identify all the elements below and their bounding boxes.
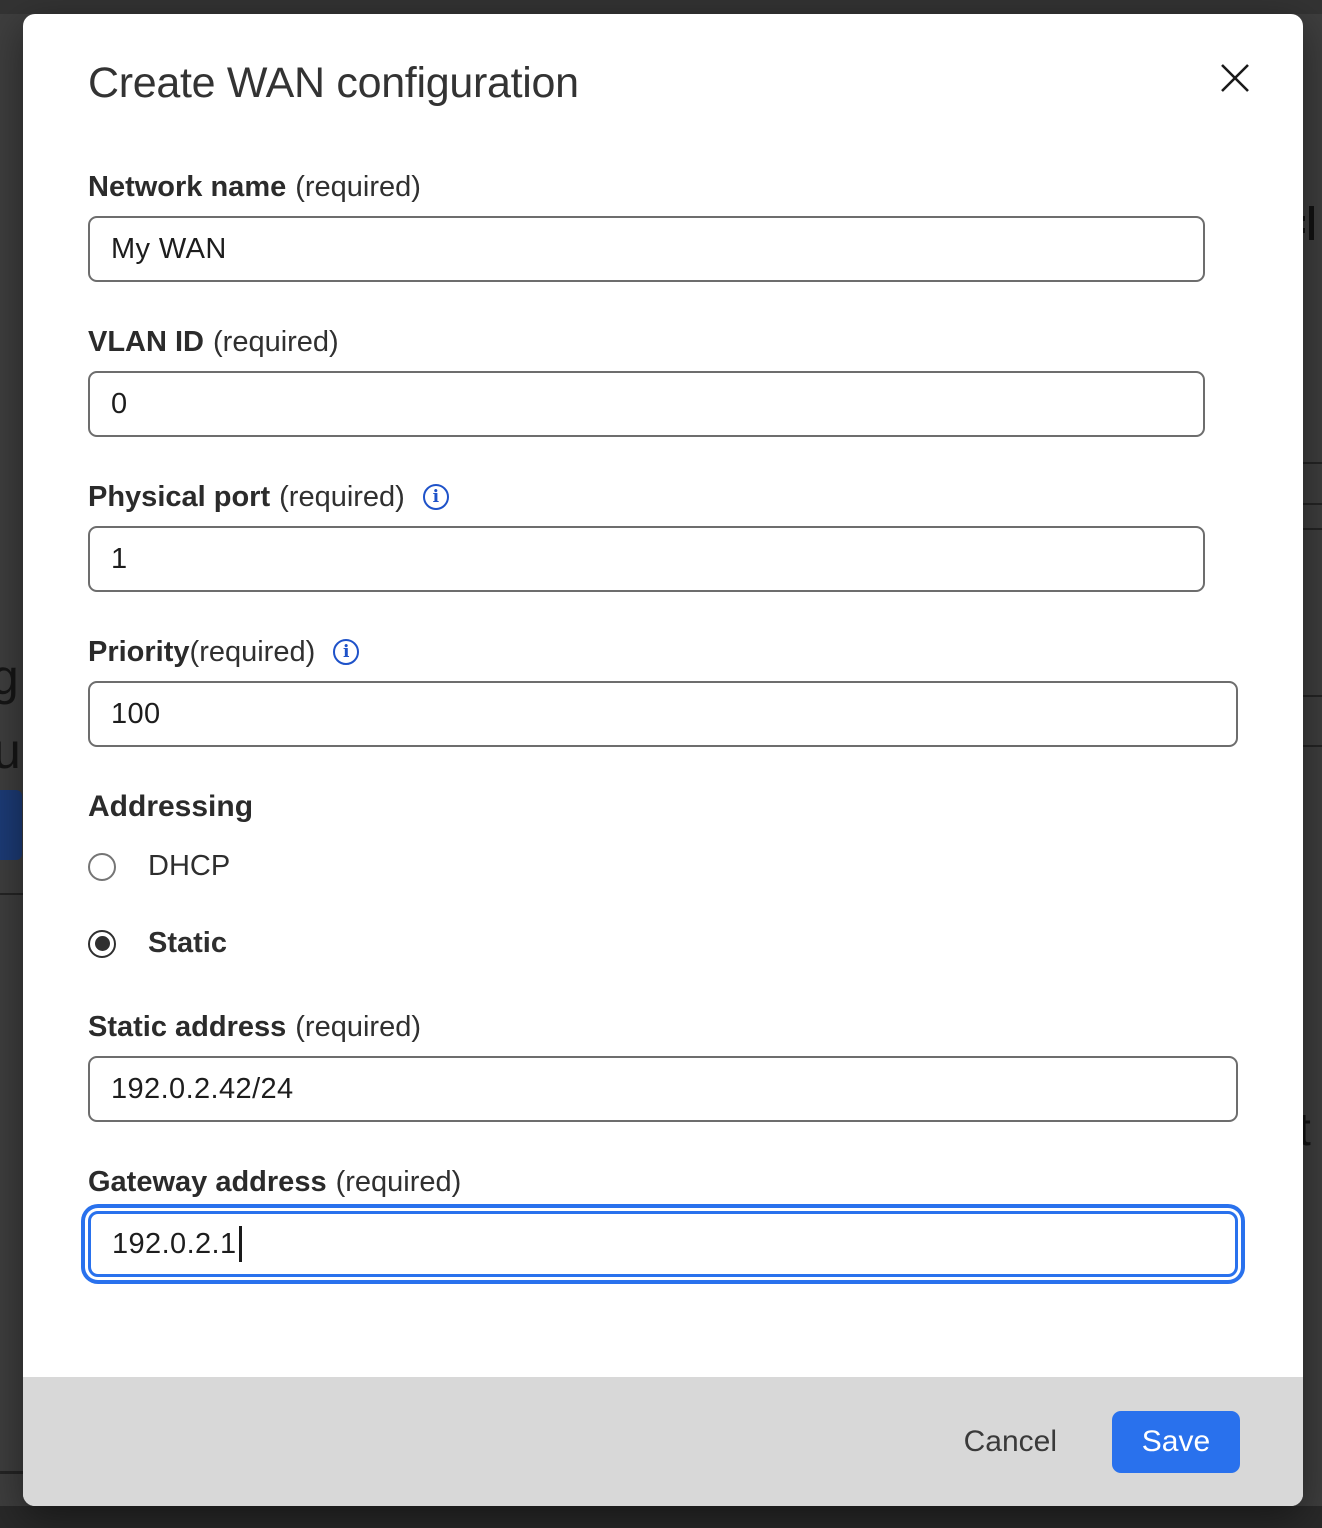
background-divider — [1303, 695, 1322, 697]
gateway-address-label: Gateway address (required) — [88, 1165, 1261, 1199]
info-icon[interactable]: i — [333, 639, 359, 665]
close-button[interactable] — [1210, 54, 1260, 104]
required-hint: (required) — [295, 1010, 421, 1044]
background-divider — [1303, 462, 1322, 464]
priority-input[interactable]: 100 — [88, 681, 1238, 747]
background-divider — [1303, 503, 1322, 505]
background-text-fragment — [1309, 206, 1314, 240]
vlan-id-input[interactable]: 0 — [88, 371, 1205, 437]
physical-port-label: Physical port (required) i — [88, 480, 1261, 514]
required-hint: (required) — [213, 325, 339, 359]
gateway-address-input[interactable]: 192.0.2.1 — [88, 1211, 1238, 1277]
info-icon[interactable]: i — [423, 484, 449, 510]
create-wan-configuration-dialog: Create WAN configuration Network name (r… — [23, 14, 1303, 1506]
background-text-fragment: u — [0, 722, 21, 780]
addressing-heading: Addressing — [88, 790, 1261, 824]
dialog-title: Create WAN configuration — [88, 58, 1261, 108]
background-divider — [0, 1471, 23, 1474]
vlan-id-label: VLAN ID (required) — [88, 325, 1261, 359]
background-button-fragment — [0, 790, 22, 860]
save-button[interactable]: Save — [1112, 1411, 1240, 1473]
text-cursor — [239, 1226, 242, 1262]
dialog-footer: Cancel Save — [23, 1377, 1303, 1506]
radio-label: DHCP — [148, 850, 230, 883]
static-address-label: Static address (required) — [88, 1010, 1261, 1044]
overlay-top-strip — [0, 0, 1322, 14]
background-divider — [0, 893, 23, 895]
radio-option-static[interactable]: Static — [88, 927, 1261, 960]
physical-port-input[interactable]: 1 — [88, 526, 1205, 592]
background-divider — [1303, 528, 1322, 530]
radio-option-dhcp[interactable]: DHCP — [88, 850, 1261, 883]
required-hint: (required) — [190, 635, 316, 669]
background-text-fragment: g — [0, 648, 19, 706]
background-divider — [1303, 745, 1322, 747]
close-icon — [1220, 63, 1250, 96]
network-name-label: Network name (required) — [88, 170, 1261, 204]
radio-unselected-icon[interactable] — [88, 853, 116, 881]
priority-label: Priority (required) i — [88, 635, 1261, 669]
required-hint: (required) — [279, 480, 405, 514]
cancel-button[interactable]: Cancel — [958, 1415, 1063, 1469]
network-name-input[interactable]: My WAN — [88, 216, 1205, 282]
radio-label: Static — [148, 927, 227, 960]
radio-selected-icon[interactable] — [88, 930, 116, 958]
required-hint: (required) — [295, 170, 421, 204]
required-hint: (required) — [336, 1165, 462, 1199]
overlay-bottom-strip — [0, 1506, 1322, 1528]
static-address-input[interactable]: 192.0.2.42/24 — [88, 1056, 1238, 1122]
